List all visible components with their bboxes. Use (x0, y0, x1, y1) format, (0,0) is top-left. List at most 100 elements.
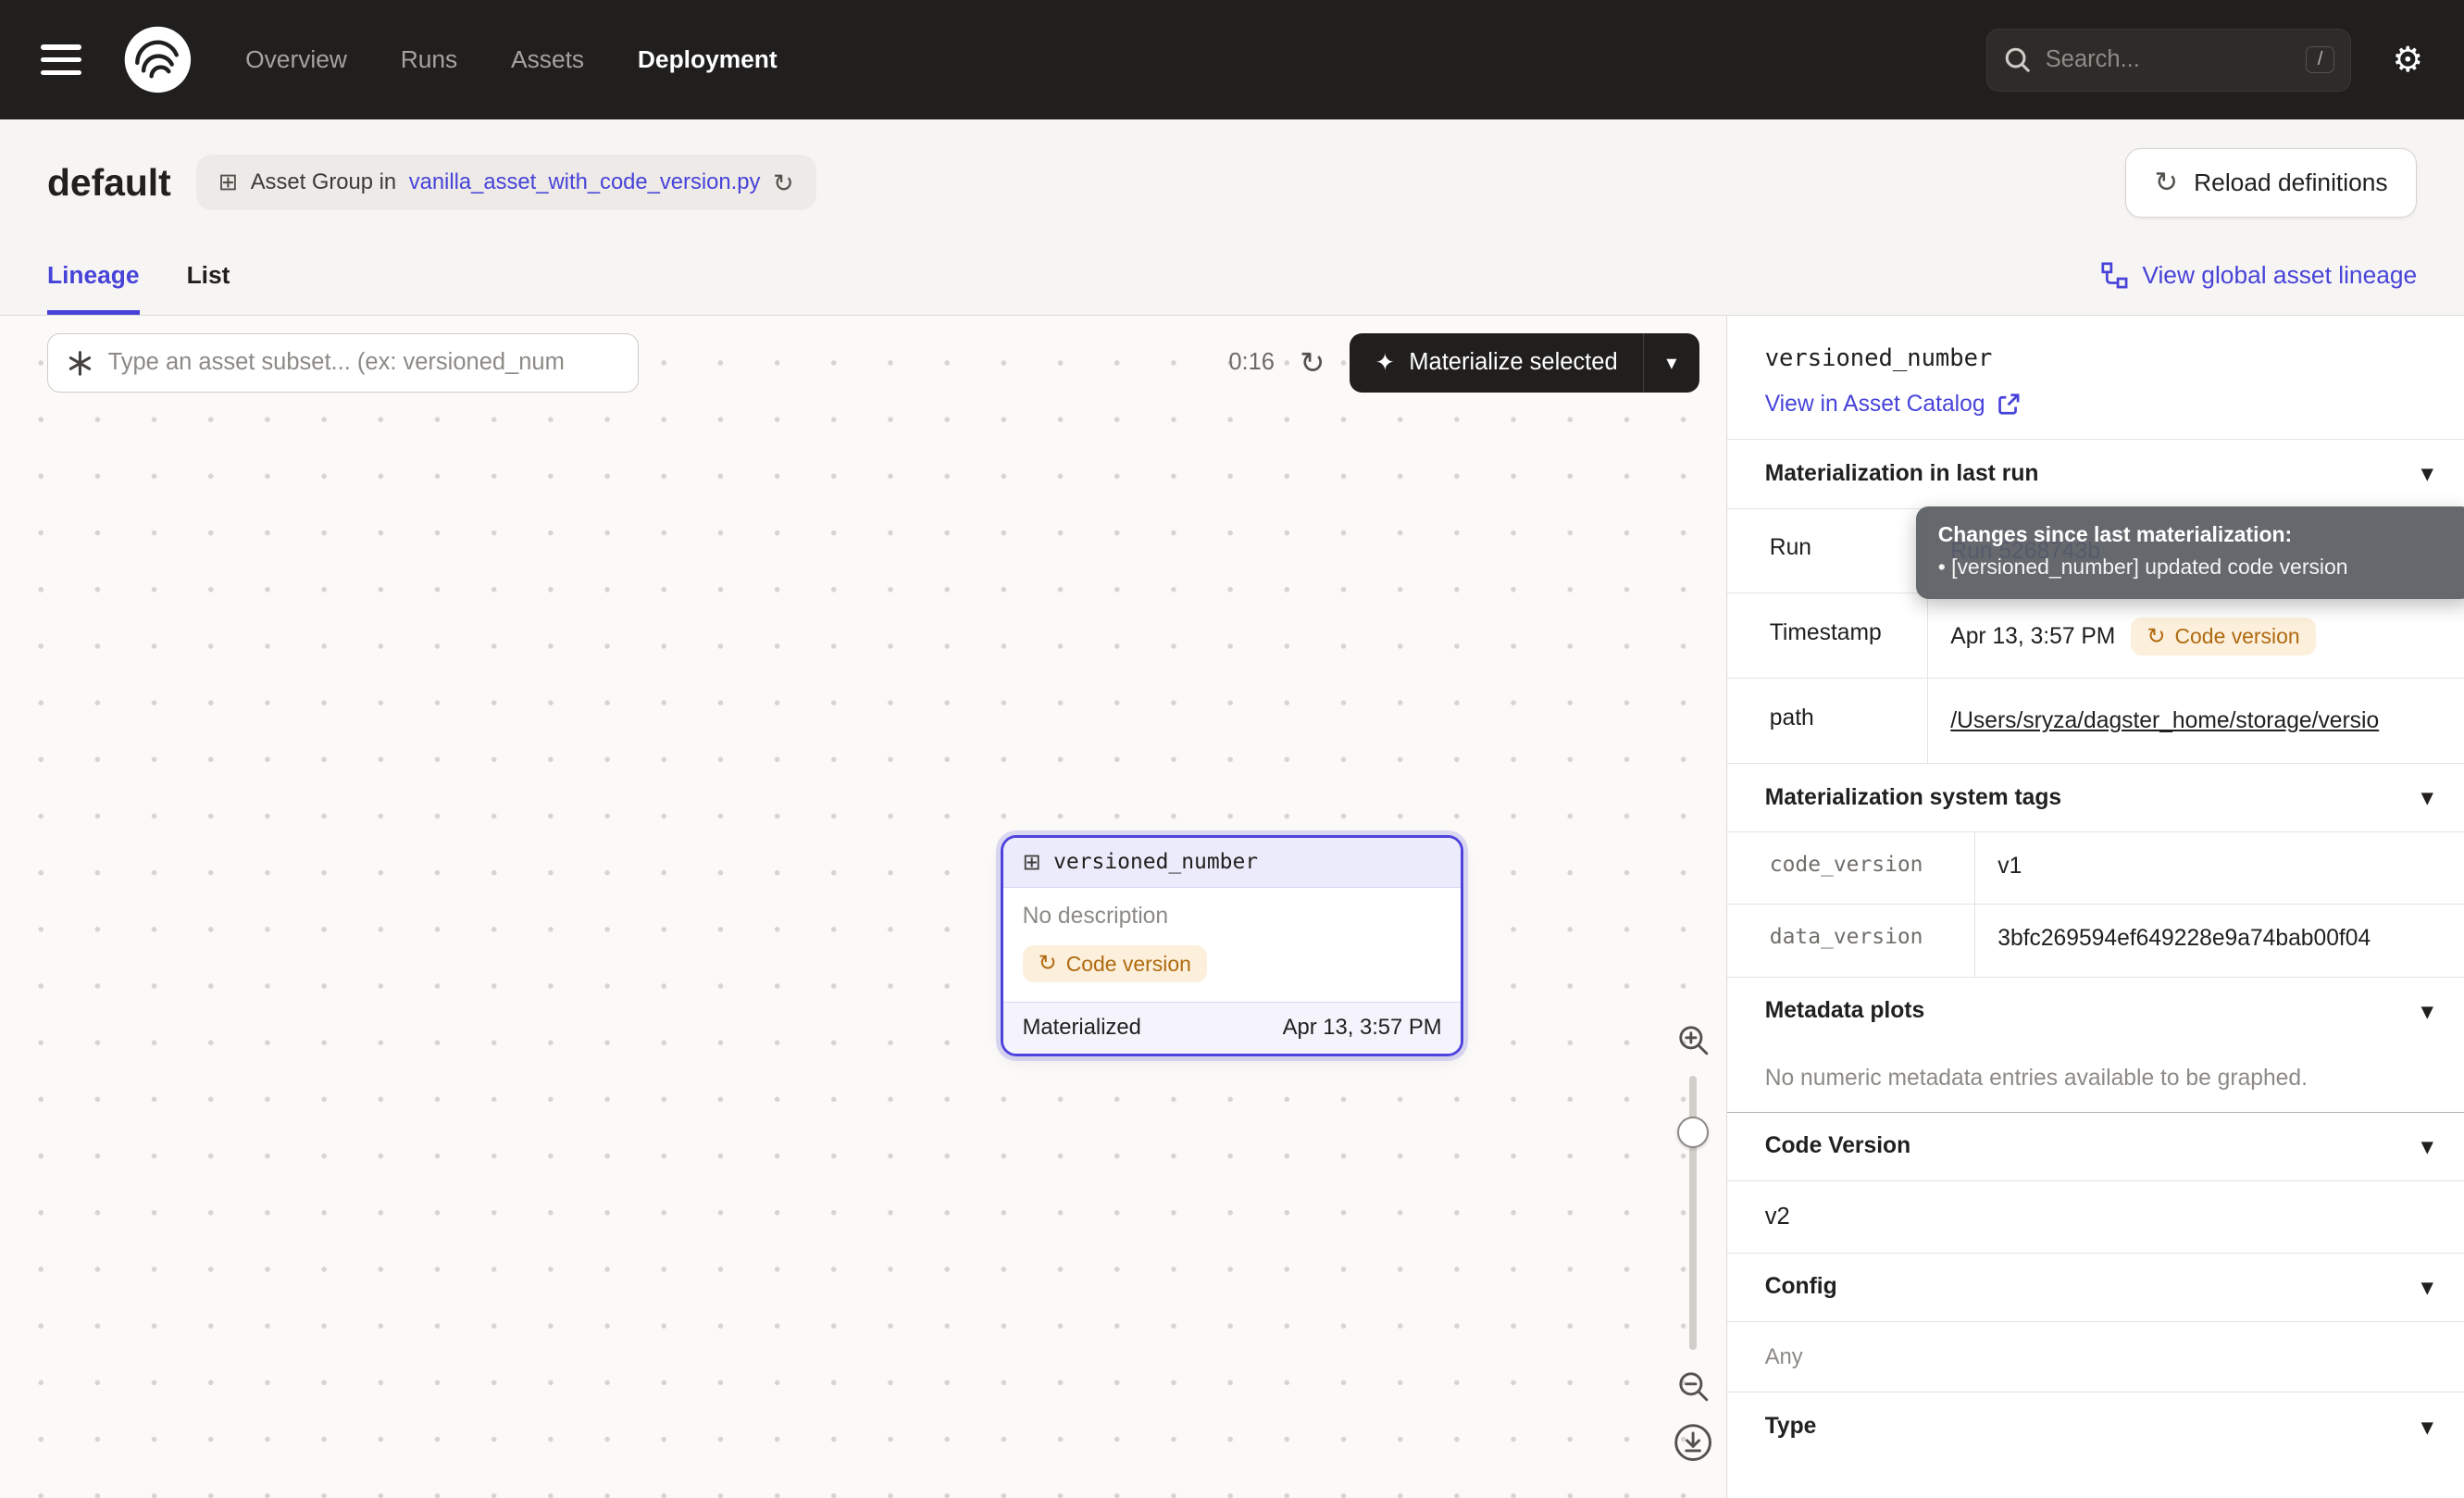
zoom-in-button[interactable] (1674, 1021, 1712, 1059)
tag-value: 3bfc269594ef649228e9a74bab00f04 (1997, 926, 2371, 952)
tooltip-body: • [versioned_number] updated code versio… (1938, 555, 2452, 580)
code-version-icon: ↻ (1039, 953, 1057, 975)
asset-node-footer: Materialized Apr 13, 3:57 PM (1003, 1003, 1461, 1054)
code-file-link[interactable]: vanilla_asset_with_code_version.py (409, 169, 761, 195)
zoom-slider[interactable] (1674, 1076, 1712, 1350)
code-version-value: v2 (1727, 1181, 2464, 1254)
asset-node-body: No description ↻ Code version (1003, 888, 1461, 1003)
table-row: Timestamp Apr 13, 3:57 PM ↻ Code version (1727, 593, 2464, 679)
row-label: Run (1727, 509, 1929, 593)
page-header: default ⊞ Asset Group in vanilla_asset_w… (0, 119, 2464, 236)
chevron-down-icon[interactable]: ▾ (2421, 998, 2433, 1025)
zoom-controls (1673, 1021, 1713, 1464)
table-row: code_version v1 (1727, 832, 2464, 905)
main-nav: Overview Runs Assets Deployment (245, 45, 778, 74)
refresh-timer: 0:16 (1228, 349, 1275, 376)
section-heading: Config (1765, 1274, 1837, 1300)
nav-overview[interactable]: Overview (245, 45, 347, 74)
zoom-out-button[interactable] (1674, 1367, 1712, 1405)
materialize-selected-button[interactable]: ✦ Materialize selected ▾ (1350, 333, 1699, 393)
asset-subset-input[interactable] (108, 349, 619, 376)
sidebar-asset-name: versioned_number (1765, 344, 2427, 372)
row-label: code_version (1727, 832, 1976, 904)
chevron-down-icon[interactable]: ▾ (2421, 784, 2433, 811)
app-root: Overview Runs Assets Deployment / ⚙ defa… (0, 0, 2464, 1498)
materialized-timestamp: Apr 13, 3:57 PM (1283, 1015, 1442, 1041)
refresh-icon[interactable]: ↻ (773, 170, 794, 195)
asset-selector-icon (67, 350, 93, 377)
metadata-plots-empty-message: No numeric metadata entries available to… (1727, 1045, 2464, 1112)
table-row: data_version 3bfc269594ef649228e9a74bab0… (1727, 905, 2464, 977)
section-materialization-in-last-run[interactable]: Materialization in last run ▾ (1727, 440, 2464, 508)
asset-node-versioned-number[interactable]: ⊞ versioned_number No description ↻ Code… (1001, 835, 1463, 1056)
table-row: path /Users/sryza/dagster_home/storage/v… (1727, 679, 2464, 764)
settings-gear-icon[interactable]: ⚙ (2392, 43, 2423, 77)
asset-node-header: ⊞ versioned_number (1003, 838, 1461, 888)
row-label: path (1727, 679, 1929, 763)
nav-runs[interactable]: Runs (401, 45, 458, 74)
chevron-down-icon[interactable]: ▾ (2421, 1133, 2433, 1160)
search-box[interactable]: / (1986, 29, 2351, 92)
asset-node-name: versioned_number (1053, 850, 1258, 874)
tab-lineage[interactable]: Lineage (47, 236, 140, 315)
section-type[interactable]: Type ▾ (1727, 1392, 2464, 1460)
view-global-asset-lineage-label: View global asset lineage (2142, 261, 2417, 290)
asset-detail-sidebar: versioned_number View in Asset Catalog M… (1726, 316, 2464, 1498)
view-global-asset-lineage-link[interactable]: View global asset lineage (2101, 261, 2417, 290)
materialize-dropdown-caret[interactable]: ▾ (1643, 333, 1699, 393)
chevron-down-icon[interactable]: ▾ (2421, 1414, 2433, 1441)
sparkle-icon: ✦ (1375, 349, 1395, 377)
page-title: default (47, 161, 171, 205)
lineage-canvas[interactable]: 0:16 ↻ ✦ Materialize selected ▾ ⊞ versio… (0, 316, 1726, 1498)
code-version-badge: ↻ Code version (2131, 618, 2315, 655)
menu-button[interactable] (41, 44, 81, 74)
section-heading: Metadata plots (1765, 998, 1925, 1024)
section-heading: Code Version (1765, 1133, 1910, 1159)
changes-since-last-materialization-tooltip: Changes since last materialization: • [v… (1916, 506, 2464, 599)
section-heading: Materialization in last run (1765, 461, 2039, 487)
row-label: Timestamp (1727, 593, 1929, 678)
section-code-version[interactable]: Code Version ▾ (1727, 1113, 2464, 1181)
chevron-down-icon[interactable]: ▾ (2421, 460, 2433, 487)
download-image-button[interactable] (1673, 1422, 1713, 1463)
search-icon (2003, 45, 2032, 74)
view-in-asset-catalog-label: View in Asset Catalog (1765, 392, 1985, 418)
search-shortcut-key: / (2306, 46, 2334, 72)
tag-value: v1 (1997, 854, 2022, 880)
section-config[interactable]: Config ▾ (1727, 1254, 2464, 1322)
asset-group-badge: ⊞ Asset Group in vanilla_asset_with_code… (196, 155, 816, 211)
config-value: Any (1727, 1322, 2464, 1393)
lineage-icon (2101, 262, 2128, 289)
code-version-badge-label: Code version (2174, 624, 2299, 649)
chevron-down-icon[interactable]: ▾ (2421, 1274, 2433, 1301)
nav-deployment[interactable]: Deployment (638, 45, 778, 74)
row-label: data_version (1727, 905, 1976, 976)
tab-list[interactable]: List (187, 236, 230, 315)
reload-definitions-label: Reload definitions (2194, 169, 2387, 197)
code-version-badge: ↻ Code version (1023, 945, 1207, 983)
zoom-slider-handle[interactable] (1677, 1117, 1709, 1148)
section-heading: Type (1765, 1414, 1817, 1440)
section-metadata-plots[interactable]: Metadata plots ▾ (1727, 978, 2464, 1045)
section-materialization-system-tags[interactable]: Materialization system tags ▾ (1727, 764, 2464, 832)
sidebar-header: versioned_number View in Asset Catalog (1727, 316, 2464, 440)
dagster-logo[interactable] (123, 25, 193, 94)
materialized-status-label: Materialized (1023, 1015, 1141, 1041)
tabs-row: Lineage List View global asset lineage (0, 236, 2464, 315)
refresh-icon[interactable]: ↻ (1300, 348, 1325, 378)
search-input[interactable] (2046, 46, 2292, 73)
asset-group-badge-text: Asset Group in (251, 169, 396, 195)
reload-definitions-button[interactable]: ↻ Reload definitions (2125, 148, 2417, 218)
topbar: Overview Runs Assets Deployment / ⚙ (0, 0, 2464, 119)
grid-icon: ⊞ (218, 169, 238, 196)
view-in-asset-catalog-link[interactable]: View in Asset Catalog (1765, 392, 2020, 418)
asset-node-description: No description (1023, 904, 1442, 930)
timestamp-value: Apr 13, 3:57 PM (1950, 624, 2115, 650)
path-link[interactable]: /Users/sryza/dagster_home/storage/versio (1950, 708, 2379, 734)
table-icon: ⊞ (1023, 849, 1041, 876)
asset-subset-filter[interactable] (47, 333, 639, 393)
nav-assets[interactable]: Assets (511, 45, 584, 74)
canvas-toolbar: 0:16 ↻ ✦ Materialize selected ▾ (47, 333, 1699, 393)
content: 0:16 ↻ ✦ Materialize selected ▾ ⊞ versio… (0, 315, 2464, 1498)
code-version-badge-label: Code version (1066, 952, 1191, 977)
